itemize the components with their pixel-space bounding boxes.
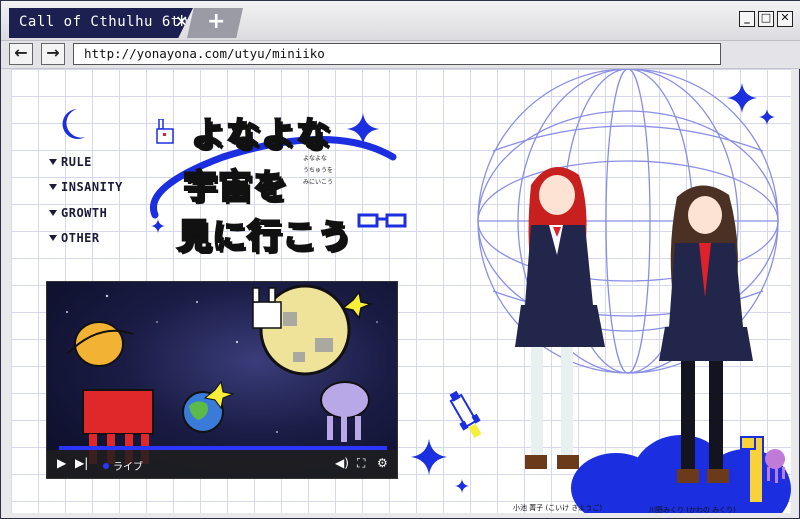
back-button[interactable]: ← [9, 43, 33, 65]
sparkle-star-icon [759, 109, 775, 125]
page-content: RULE INSANITY GROWTH OTHER よなよな 宇宙を 見に行こ… [11, 69, 791, 513]
triangle-down-icon [49, 210, 57, 216]
tab-active[interactable]: Call of Cthulhu 6th ✕ [9, 8, 193, 38]
triangle-down-icon [49, 184, 57, 190]
menu-item-label: GROWTH [61, 206, 108, 220]
logo-title-line2: 宇宙を [182, 166, 288, 208]
navigation-bar: ← → http://yonayona.com/utyu/miniiko [1, 41, 800, 69]
forward-button[interactable]: → [41, 43, 65, 65]
url-text: http://yonayona.com/utyu/miniiko [84, 46, 325, 61]
rocket-pixel-icon [449, 390, 482, 439]
logo-title-line3: 見に行こう [176, 216, 352, 258]
maximize-button[interactable]: □ [758, 11, 774, 27]
menu-item-label: RULE [61, 155, 92, 169]
menu-item-label: INSANITY [61, 180, 123, 194]
sparkle-star-icon [727, 83, 757, 113]
live-indicator: ライブ [103, 458, 143, 473]
rabbit-pixel-icon [156, 119, 174, 144]
fullscreen-icon[interactable]: ⛶ [357, 456, 365, 471]
video-controls: ▶ ▶| ライブ ◀) ⛶ ⚙ [47, 450, 397, 478]
menu-item-rule[interactable]: RULE [49, 155, 92, 173]
plus-icon: + [207, 9, 226, 34]
glasses-icon [357, 213, 407, 228]
sparkle-star-icon [411, 439, 447, 475]
character-caption-kawano: 川野みくり (かわの みくり) [649, 506, 736, 513]
play-icon[interactable]: ▶ [57, 456, 66, 470]
tab-title: Call of Cthulhu 6th [19, 14, 189, 30]
new-tab-button[interactable]: + [187, 8, 243, 38]
address-bar[interactable]: http://yonayona.com/utyu/miniiko [73, 43, 721, 65]
sparkle-star-icon [455, 479, 469, 493]
logo-ruby-2: うちゅうを [303, 167, 334, 174]
logo-ruby-3: みにいこう [303, 179, 334, 186]
minimize-button[interactable]: _ [739, 11, 755, 27]
logo-ruby-1: よなよな [303, 155, 328, 162]
logo-title-line1: よなよな [190, 114, 331, 156]
browser-window: Call of Cthulhu 6th ✕ + _ □ ✕ ← → http:/… [0, 0, 800, 519]
menu-item-label: OTHER [61, 231, 100, 245]
close-window-button[interactable]: ✕ [777, 11, 793, 27]
giraffe-icon [740, 436, 785, 504]
title-bar: Call of Cthulhu 6th ✕ + _ □ ✕ [1, 1, 800, 41]
crescent-moon-icon [62, 109, 85, 139]
menu-item-growth[interactable]: GROWTH [49, 206, 107, 224]
character-koike-illustration [515, 167, 605, 469]
settings-gear-icon[interactable]: ⚙ [377, 456, 388, 470]
tab-close-icon[interactable]: ✕ [175, 12, 188, 31]
menu-item-insanity[interactable]: INSANITY [49, 180, 123, 198]
character-caption-koike: 小池 菁子 (こいけ きようご) [513, 504, 603, 512]
menu-item-other[interactable]: OTHER [49, 231, 100, 249]
triangle-down-icon [49, 159, 57, 165]
next-icon[interactable]: ▶| [75, 456, 88, 470]
volume-icon[interactable]: ◀) [335, 456, 349, 470]
triangle-down-icon [49, 235, 57, 241]
video-player[interactable]: ▶ ▶| ライブ ◀) ⛶ ⚙ [46, 281, 398, 479]
